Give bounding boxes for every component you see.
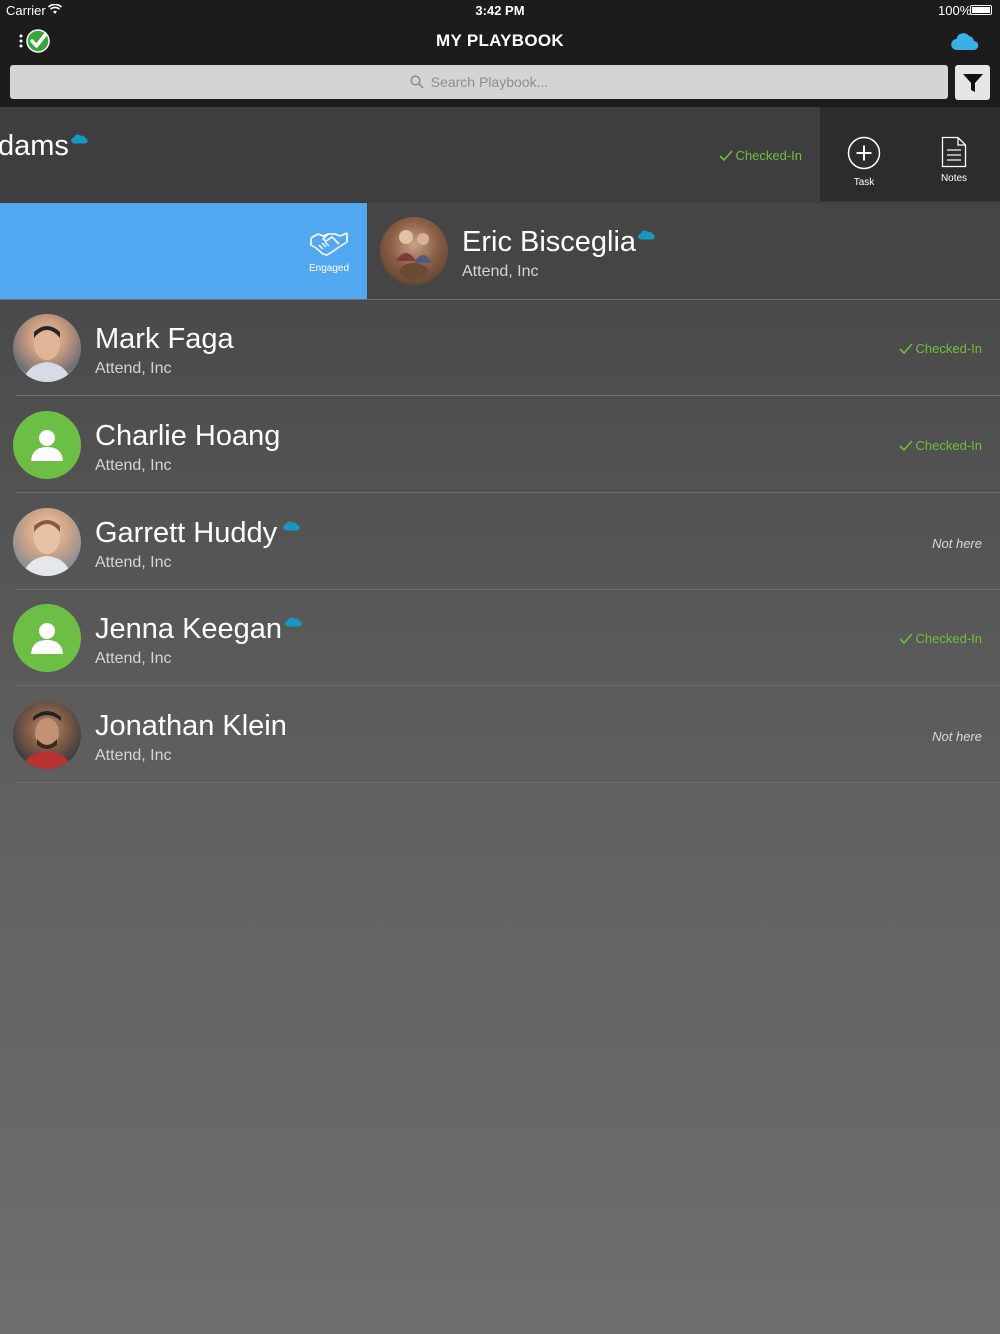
- checkmark-icon: [898, 343, 913, 354]
- default-person-icon: [31, 623, 63, 654]
- handshake-icon: [310, 232, 348, 256]
- checked-in-status: Checked-In: [718, 148, 802, 163]
- checked-in-status: Checked-In: [898, 631, 982, 646]
- row-divider: [15, 782, 1000, 783]
- contact-company: Attend, Inc: [462, 263, 539, 280]
- avatar: [13, 411, 81, 479]
- checked-in-status: Checked-In: [898, 341, 982, 356]
- not-here-status: Not here: [932, 729, 982, 744]
- person-photo-icon: [23, 520, 71, 576]
- person-photo-icon: [23, 326, 71, 382]
- contact-name: Jonathan Klein: [95, 710, 287, 742]
- checkmark-icon: [898, 633, 913, 644]
- cloud-sync-icon[interactable]: [951, 30, 979, 51]
- salesforce-icon: [638, 230, 655, 240]
- contact-name: Charlie Hoang: [95, 420, 281, 452]
- avatar: [13, 508, 81, 576]
- contact-company: Attend, Inc: [95, 554, 172, 571]
- engaged-label: Engaged: [308, 263, 350, 274]
- contact-company: Attend, Inc: [95, 650, 172, 667]
- battery-percent: 100%: [938, 3, 972, 18]
- contact-company: Attend, Inc: [95, 747, 172, 764]
- contact-name: dams: [0, 130, 69, 162]
- contact-company: Attend, Inc: [95, 360, 172, 377]
- checkmark-icon: [898, 440, 913, 451]
- list-item[interactable]: Mark Faga Attend, Inc Checked-In: [0, 300, 1000, 396]
- filter-button[interactable]: [955, 65, 990, 100]
- list-item-swiped[interactable]: dams Checked-In Task Notes: [0, 107, 1000, 203]
- person-photo-icon: [21, 711, 73, 769]
- engaged-action-button[interactable]: Engaged: [0, 203, 367, 300]
- task-label: Task: [853, 177, 875, 188]
- list-item[interactable]: Garrett Huddy Attend, Inc Not here: [0, 494, 1000, 590]
- row-divider: [15, 492, 1000, 493]
- salesforce-icon: [71, 134, 88, 144]
- list-item-engaged[interactable]: Engaged Eric Bisceglia Attend, Inc: [0, 203, 1000, 300]
- contact-name: Garrett Huddy: [95, 517, 278, 549]
- contact-company: Attend, Inc: [95, 457, 172, 474]
- checked-in-status: Checked-In: [898, 438, 982, 453]
- row-divider: [15, 685, 1000, 686]
- not-here-status: Not here: [932, 536, 982, 551]
- notes-label: Notes: [940, 173, 968, 184]
- salesforce-icon: [285, 617, 302, 627]
- default-person-icon: [31, 430, 63, 461]
- search-placeholder: Search Playbook...: [430, 74, 549, 90]
- avatar: [13, 701, 81, 769]
- battery-icon: [970, 5, 992, 15]
- notes-icon: [941, 136, 967, 168]
- salesforce-icon: [283, 521, 300, 531]
- search-icon: [410, 75, 424, 89]
- contact-name: Jenna Keegan: [95, 613, 283, 645]
- list-item[interactable]: Jenna Keegan Attend, Inc Checked-In: [0, 590, 1000, 686]
- filter-icon: [962, 73, 983, 92]
- person-photo-icon: [396, 230, 432, 279]
- avatar: [13, 604, 81, 672]
- notes-action-button[interactable]: Notes: [926, 107, 982, 201]
- contact-name: Eric Bisceglia: [462, 226, 637, 258]
- row-divider: [15, 395, 1000, 396]
- avatar: [13, 314, 81, 382]
- avatar: [380, 217, 448, 285]
- checkmark-icon: [718, 150, 733, 161]
- search-input[interactable]: Search Playbook...: [10, 65, 948, 99]
- page-title: MY PLAYBOOK: [436, 31, 564, 50]
- list-item[interactable]: Jonathan Klein Attend, Inc Not here: [0, 687, 1000, 783]
- task-action-button[interactable]: Task: [836, 107, 892, 201]
- plus-circle-icon: [847, 136, 881, 170]
- clock-label: 3:42 PM: [475, 3, 525, 18]
- contact-name: Mark Faga: [95, 323, 234, 355]
- list-item[interactable]: Charlie Hoang Attend, Inc Checked-In: [0, 397, 1000, 493]
